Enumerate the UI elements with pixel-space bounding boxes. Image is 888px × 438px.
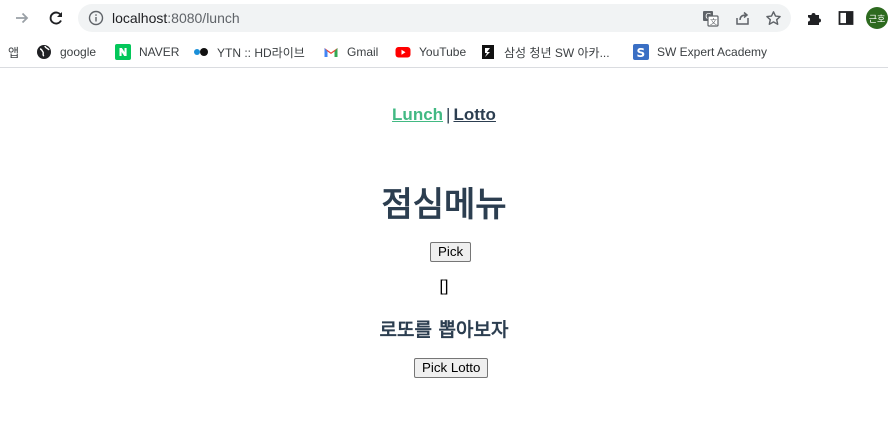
bookmark-label: 앱	[8, 45, 20, 60]
bookmark-ssafy[interactable]: 삼성 청년 SW 아카...	[480, 42, 610, 62]
svg-text:文: 文	[710, 17, 717, 26]
naver-icon	[115, 44, 131, 60]
lunch-title: 점심메뉴	[381, 185, 507, 225]
bookmark-youtube[interactable]: YouTube	[395, 42, 466, 62]
lunch-result: []	[439, 278, 449, 295]
ssafy-icon	[480, 44, 496, 60]
forward-button[interactable]	[10, 6, 34, 30]
bookmark-label: google	[60, 45, 97, 59]
svg-text:S: S	[637, 46, 646, 60]
lotto-title: 로또를 뽑아보자	[379, 319, 509, 341]
nav-separator: |	[446, 105, 451, 124]
arrow-right-icon	[16, 12, 29, 24]
share-icon[interactable]	[733, 9, 751, 27]
globe-icon	[36, 44, 52, 60]
router-nav: Lunch | Lotto	[0, 105, 888, 125]
ytn-icon	[193, 44, 209, 60]
bookmark-google[interactable]: google	[36, 42, 96, 62]
bookmark-gmail[interactable]: Gmail	[323, 42, 378, 62]
side-panel-icon[interactable]	[837, 9, 855, 27]
puzzle-icon[interactable]	[805, 9, 823, 27]
bookmarks-bar: 앱 google NAVER YTN :: HD라이브 Gmail YouTub…	[0, 37, 888, 68]
bookmark-label: YouTube	[419, 45, 467, 59]
youtube-icon	[395, 44, 411, 60]
bookmark-naver[interactable]: NAVER	[115, 42, 179, 62]
bookmark-label: SW Expert Academy	[657, 45, 768, 59]
url-text: localhost:8080/lunch	[112, 10, 240, 26]
nav-link-lunch[interactable]: Lunch	[392, 105, 443, 124]
bookmark-label: 삼성 청년 SW 아카...	[504, 45, 610, 60]
bookmark-swea[interactable]: S SW Expert Academy	[633, 42, 767, 62]
pick-lunch-button[interactable]: Pick	[430, 242, 472, 262]
reload-button[interactable]	[44, 6, 68, 30]
reload-icon	[49, 11, 63, 25]
bookmark-ytn[interactable]: YTN :: HD라이브	[193, 42, 305, 62]
profile-avatar[interactable]: 근호	[866, 7, 888, 29]
gmail-icon	[323, 44, 339, 60]
bookmark-label: Gmail	[347, 45, 379, 59]
star-icon[interactable]	[764, 9, 782, 27]
bookmark-apps[interactable]: 앱	[8, 42, 19, 62]
pick-lotto-button[interactable]: Pick Lotto	[414, 358, 489, 378]
bookmark-label: NAVER	[139, 45, 180, 59]
translate-icon[interactable]: G文	[701, 9, 719, 27]
nav-link-lotto[interactable]: Lotto	[453, 105, 495, 124]
page-content: Lunch | Lotto 점심메뉴 Pick [] 로또를 뽑아보자 Pick L…	[0, 69, 888, 438]
address-bar[interactable]: localhost:8080/lunch G文	[78, 4, 791, 32]
bookmark-label: YTN :: HD라이브	[217, 45, 305, 60]
info-icon[interactable]	[88, 10, 104, 26]
browser-toolbar: localhost:8080/lunch G文 근호	[0, 0, 888, 37]
swea-icon: S	[633, 44, 649, 60]
